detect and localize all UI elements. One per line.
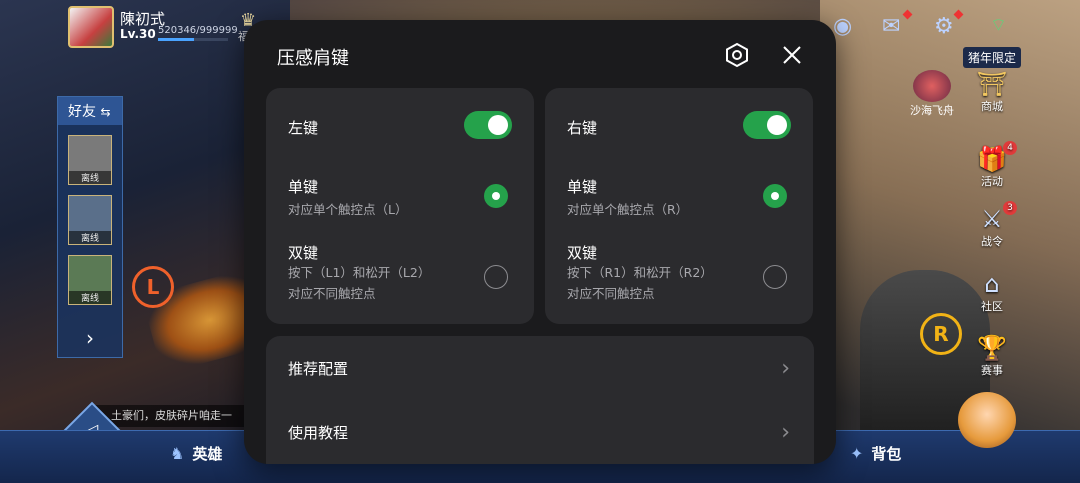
shop-icon: ⛩ [976,70,1008,98]
activity-label: 活动 [981,175,1003,188]
left-double-radio[interactable] [484,265,508,289]
community-icon: ⌂ [984,270,1000,298]
chevron-right-icon: › [781,356,790,381]
battle-pass-button[interactable]: ⚔ 战令 3 [967,201,1017,249]
activity-badge: 4 [1003,141,1017,155]
right-double-radio[interactable] [763,265,787,289]
left-key-title: 左键 [288,119,319,137]
bag-label: 背包 [871,445,902,463]
options-list: 推荐配置 › 使用教程 › [266,336,814,464]
events-button[interactable]: 🏆 赛事 [967,334,1017,378]
shamo-event[interactable]: 沙海飞舟 [902,70,962,118]
friend-card[interactable]: 离线 [68,195,112,245]
friends-title[interactable]: 好友 ⇆ [58,97,122,125]
list-item-tutorial[interactable]: 使用教程 › [266,400,814,464]
bag-icon: ✦ [850,444,864,463]
right-double-desc-1: 按下（R1）和松开（R2） [567,265,713,280]
right-key-card: 右键 单键 对应单个触控点（R） 双键 按下（R1）和松开（R2） 对应不同触控… [545,88,813,324]
settings-hexagon-icon[interactable] [722,40,752,70]
bag-tab[interactable]: ✦ 背包 [850,443,901,464]
friends-expand-chevron-icon[interactable]: › [70,327,110,349]
hero-tab[interactable]: ♞ 英雄 [170,443,222,464]
right-double-desc-2: 对应不同触控点 [567,286,655,301]
right-single-radio[interactable] [763,184,787,208]
trophy-icon: 🏆 [977,334,1007,362]
battle-pass-badge: 3 [1003,201,1017,215]
friend-card[interactable]: 离线 [68,255,112,305]
close-icon[interactable] [777,40,807,70]
player-level: Lv.30 [120,27,156,41]
left-key-toggle[interactable] [464,111,512,139]
friend-status: 离线 [69,291,111,304]
battle-pass-label: 战令 [981,235,1003,248]
player-exp: 520346/999999 [158,25,238,36]
activity-button[interactable]: 🎁 活动 4 [967,141,1017,189]
left-single-radio[interactable] [484,184,508,208]
hero-label: 英雄 [192,445,223,463]
community-button[interactable]: ⌂ 社区 [967,270,1017,314]
exp-bar [158,38,228,41]
left-double-title: 双键 [288,244,319,262]
left-double-desc-1: 按下（L1）和松开（L2） [288,265,431,280]
dialog-title: 压感肩键 [277,48,349,69]
left-single-title: 单键 [288,178,319,196]
right-trigger-marker: R [920,313,962,355]
friend-status: 离线 [69,171,111,184]
exp-bar-fill [158,38,195,41]
right-double-title: 双键 [567,244,598,262]
friends-title-label: 好友 [68,104,96,120]
player-avatar[interactable] [68,6,114,48]
pig-year-label: 猪年限定 [963,47,1022,68]
events-label: 赛事 [981,364,1003,377]
chevron-right-icon: › [781,420,790,445]
list-item-label: 使用教程 [288,424,349,442]
hero-icon: ♞ [170,444,185,463]
pressure-shoulder-key-dialog: 压感肩键 左键 单键 对应单个触控点（L） 双键 按下（L1）和松开（L2） 对… [244,20,836,464]
right-single-desc: 对应单个触控点（R） [567,202,689,217]
mascot-avatar[interactable] [958,392,1016,448]
shop-button[interactable]: ⛩ 商城 [967,70,1017,114]
swap-icon[interactable]: ⇆ [100,105,110,119]
friend-card[interactable]: 离线 [68,135,112,185]
eye-icon[interactable]: ◉ [833,14,852,39]
left-single-desc: 对应单个触控点（L） [288,202,408,217]
list-item-label: 推荐配置 [288,360,349,378]
right-key-toggle[interactable] [743,111,791,139]
list-item-recommended-config[interactable]: 推荐配置 › [266,336,814,400]
left-trigger-marker: L [132,266,174,308]
friends-panel: 好友 ⇆ 离线 离线 离线 › [57,96,123,358]
right-single-title: 单键 [567,178,598,196]
shamo-hero-icon [913,70,951,102]
left-key-card: 左键 单键 对应单个触控点（L） 双键 按下（L1）和松开（L2） 对应不同触控… [266,88,534,324]
left-double-desc-2: 对应不同触控点 [288,286,376,301]
friend-status: 离线 [69,231,111,244]
settings-gear-icon[interactable]: ⚙ [934,14,954,39]
mail-icon[interactable]: ✉ [882,14,900,39]
right-key-title: 右键 [567,119,598,137]
community-label: 社区 [981,300,1003,313]
wifi-signal-icon: ⌔ [990,15,1007,36]
shop-label: 商城 [981,100,1003,113]
shamo-label: 沙海飞舟 [910,104,954,117]
